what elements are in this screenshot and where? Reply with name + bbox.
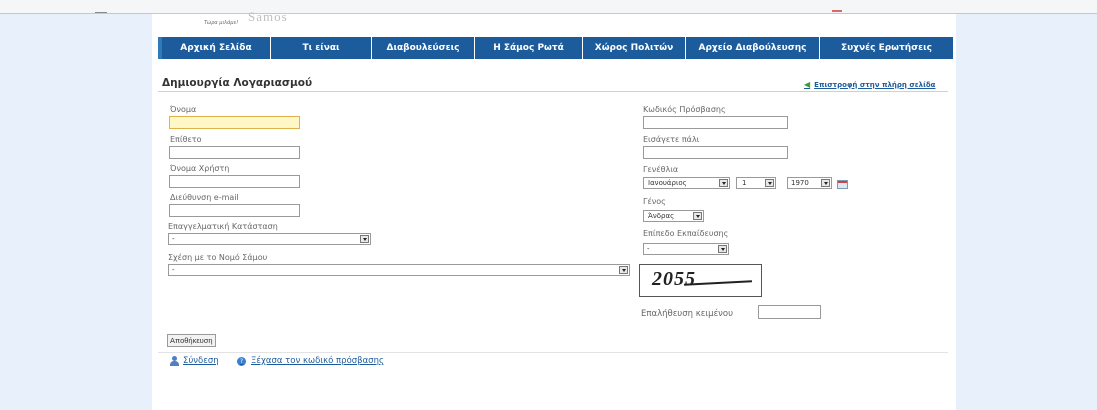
occupation-select[interactable]: - (168, 233, 371, 245)
password-input[interactable] (643, 116, 788, 129)
first-name-input[interactable] (169, 116, 300, 129)
education-select[interactable]: - (643, 243, 729, 255)
help-icon: ? (237, 356, 246, 366)
birth-year-value: 1970 (791, 179, 809, 187)
login-link[interactable]: Σύνδεση (170, 356, 219, 366)
occupation-label: Επαγγελματική Κατάσταση (168, 222, 278, 231)
top-bar-marker (832, 10, 842, 12)
chevron-down-icon (765, 179, 774, 187)
captcha-text: 2055 (652, 268, 696, 290)
occupation-select-value: - (172, 235, 175, 243)
password-confirm-label: Εισάγετε πάλι (643, 135, 700, 144)
left-background-panel (0, 14, 152, 410)
chevron-down-icon (719, 179, 728, 187)
gender-select[interactable]: Άνδρας (643, 210, 704, 222)
login-link-label: Σύνδεση (183, 356, 219, 366)
password-label: Κωδικός Πρόσβασης (643, 105, 726, 114)
captcha-verify-label: Επαλήθευση κειμένου (641, 309, 734, 319)
email-label: Διεύθυνση e-mail (170, 193, 239, 202)
nav-item-home[interactable]: Αρχική Σελίδα (162, 37, 271, 59)
relation-label: Σχέση με το Νομό Σάμου (168, 253, 268, 262)
password-confirm-input[interactable] (643, 146, 788, 159)
email-input[interactable] (169, 204, 300, 217)
education-select-value: - (647, 245, 650, 253)
right-background-panel (956, 14, 1097, 410)
birth-day-value: 1 (742, 179, 747, 187)
relation-select[interactable]: - (168, 264, 630, 276)
gender-select-value: Άνδρας (648, 212, 675, 220)
page-title: Δημιουργία Λογαριασμού (162, 77, 313, 89)
forgot-password-label: Ξέχασα τον κωδικό πρόσβασης (251, 356, 384, 366)
back-to-full-page-link[interactable]: ◀ Επιστροφή στην πλήρη σελίδα (804, 80, 935, 89)
birth-month-value: Ιανουάριος (648, 179, 687, 187)
gender-label: Γένος (643, 197, 666, 206)
last-name-input[interactable] (169, 146, 300, 159)
nav-item-about[interactable]: Τι είναι (271, 37, 372, 59)
arrow-left-icon: ◀ (804, 80, 811, 89)
top-bar-dash (95, 12, 107, 13)
nav-item-consultations[interactable]: Διαβουλεύσεις (372, 37, 475, 59)
calendar-icon[interactable] (837, 180, 848, 189)
nav-item-samos-asks[interactable]: Η Σάμος Ρωτά (475, 37, 583, 59)
nav-item-consultation-archive[interactable]: Αρχείο Διαβούλευσης (686, 37, 820, 59)
chevron-down-icon (693, 212, 702, 220)
nav-item-citizens-space[interactable]: Χώρος Πολιτών (583, 37, 686, 59)
birth-month-select[interactable]: Ιανουάριος (643, 177, 730, 189)
browser-top-bar (0, 0, 1097, 14)
captcha-image: 2055 (639, 264, 762, 297)
site-logo[interactable]: Samos (248, 9, 288, 25)
birthdate-label: Γενέθλια (643, 165, 679, 174)
back-link-label: Επιστροφή στην πλήρη σελίδα (814, 80, 936, 89)
education-label: Επίπεδο Εκπαίδευσης (643, 229, 729, 238)
first-name-label: Όνομα (170, 105, 197, 114)
nav-item-faq[interactable]: Συχνές Ερωτήσεις (820, 37, 953, 59)
site-tagline: Τώρα μιλάμε! (204, 20, 239, 26)
birth-day-select[interactable]: 1 (736, 177, 776, 189)
username-input[interactable] (169, 175, 300, 188)
captcha-input[interactable] (758, 305, 821, 319)
forgot-password-link[interactable]: ? Ξέχασα τον κωδικό πρόσβασης (237, 356, 384, 366)
chevron-down-icon (619, 266, 628, 274)
main-navigation: Αρχική Σελίδα Τι είναι Διαβουλεύσεις Η Σ… (158, 37, 953, 59)
title-divider (158, 91, 948, 92)
chevron-down-icon (718, 245, 727, 253)
bottom-divider (158, 352, 948, 353)
relation-select-value: - (172, 266, 175, 274)
birth-year-select[interactable]: 1970 (787, 177, 832, 189)
save-button[interactable]: Αποθήκευση (167, 334, 216, 347)
chevron-down-icon (360, 235, 369, 243)
user-icon (170, 356, 179, 366)
chevron-down-icon (821, 179, 830, 187)
username-label: Όνομα Χρήστη (170, 164, 230, 173)
last-name-label: Επίθετο (170, 135, 202, 144)
